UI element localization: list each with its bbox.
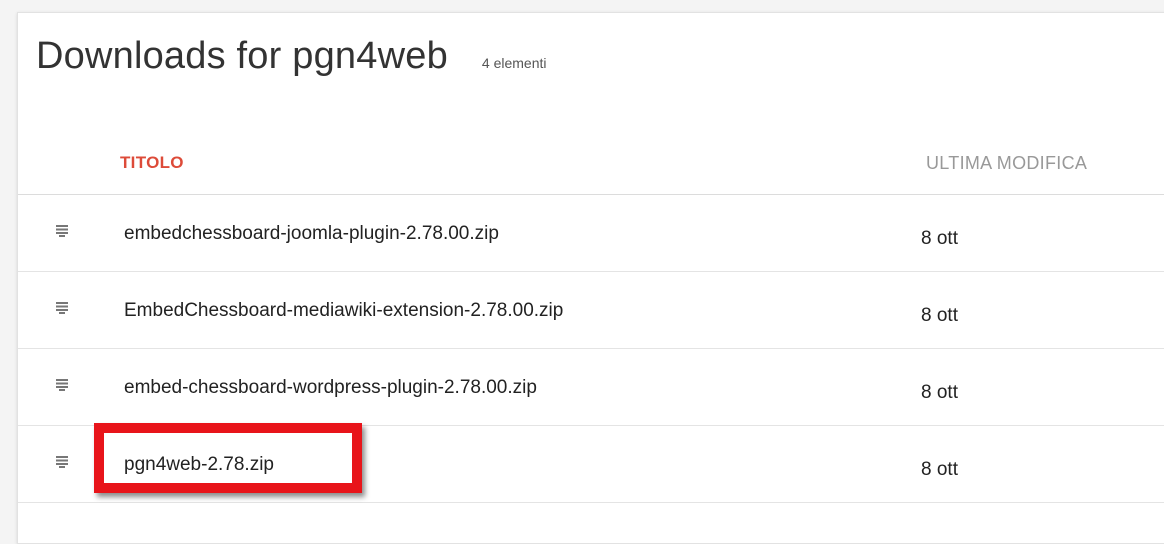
file-name-link[interactable]: EmbedChessboard-mediawiki-extension-2.78… <box>124 300 563 322</box>
file-lines-icon <box>56 302 68 314</box>
column-header-title[interactable]: TITOLO <box>120 153 184 173</box>
page-title: Downloads for pgn4web <box>36 35 448 77</box>
title-row: Downloads for pgn4web 4 elementi <box>36 35 547 78</box>
file-date: 8 ott <box>921 459 958 480</box>
table-row[interactable]: embedchessboard-joomla-plugin-2.78.00.zi… <box>18 195 1164 272</box>
table-row[interactable]: EmbedChessboard-mediawiki-extension-2.78… <box>18 272 1164 349</box>
file-name-link[interactable]: pgn4web-2.78.zip <box>124 454 274 476</box>
table-header: TITOLO ULTIMA MODIFICA <box>18 146 1164 195</box>
column-header-last-modified[interactable]: ULTIMA MODIFICA <box>926 153 1087 174</box>
file-lines-icon <box>56 379 68 391</box>
table-row[interactable]: pgn4web-2.78.zip 8 ott <box>18 426 1164 503</box>
file-name-link[interactable]: embedchessboard-joomla-plugin-2.78.00.zi… <box>124 223 499 245</box>
file-date: 8 ott <box>921 382 958 403</box>
file-lines-icon <box>56 225 68 237</box>
file-lines-icon <box>56 456 68 468</box>
item-count: 4 elementi <box>481 55 547 71</box>
file-date: 8 ott <box>921 228 958 249</box>
file-list: embedchessboard-joomla-plugin-2.78.00.zi… <box>18 195 1164 503</box>
file-name-link[interactable]: embed-chessboard-wordpress-plugin-2.78.0… <box>124 377 537 399</box>
file-date: 8 ott <box>921 305 958 326</box>
table-row[interactable]: embed-chessboard-wordpress-plugin-2.78.0… <box>18 349 1164 426</box>
downloads-card: Downloads for pgn4web 4 elementi TITOLO … <box>17 12 1164 544</box>
